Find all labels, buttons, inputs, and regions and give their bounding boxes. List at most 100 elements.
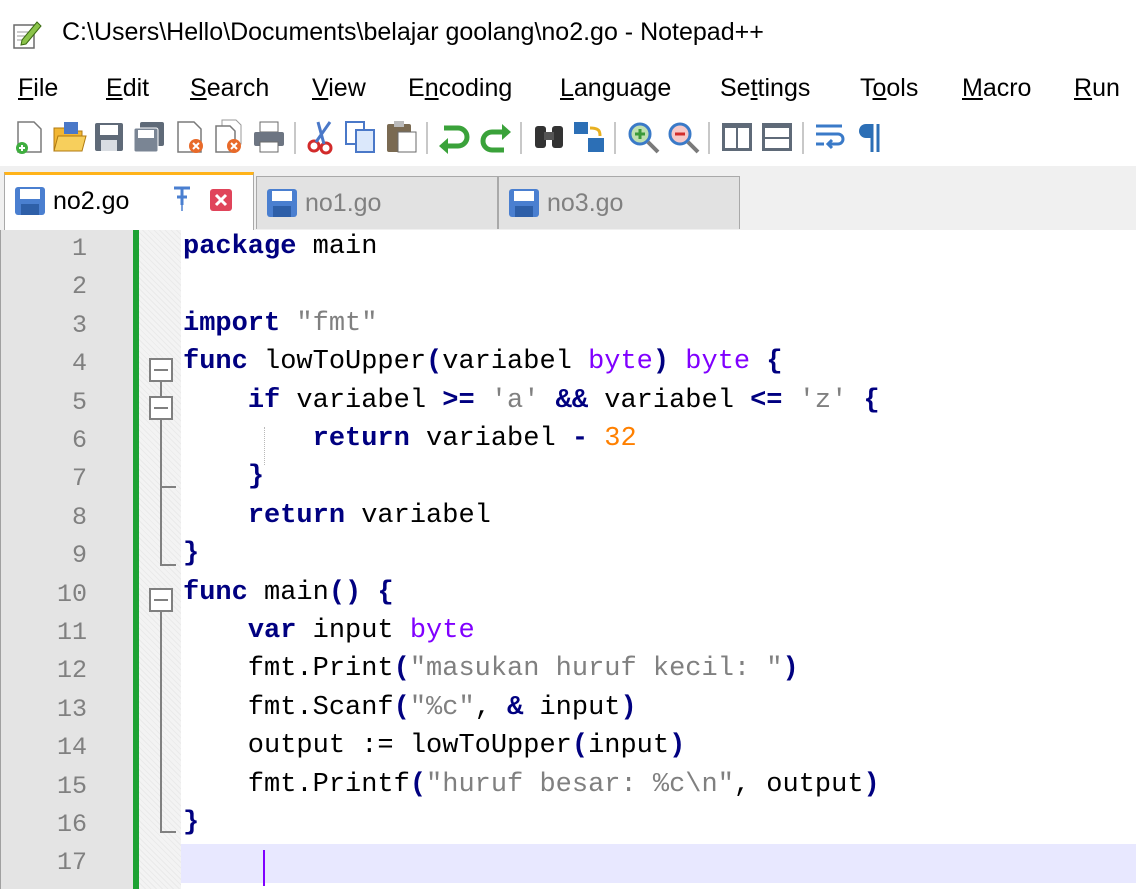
- sync-vertical-icon[interactable]: [718, 118, 756, 156]
- text-cursor: [263, 850, 265, 886]
- code-text: var input byte: [247, 616, 475, 646]
- menu-macro[interactable]: Macro: [962, 74, 1031, 103]
- toolbar-separator: [614, 122, 616, 154]
- line-number: 11: [56, 618, 87, 647]
- line-number: 5: [71, 387, 87, 417]
- line-number: 15: [56, 771, 87, 801]
- code-text: func lowToUpper(variabel byte) byte {: [183, 347, 783, 378]
- pin-icon[interactable]: [171, 185, 193, 213]
- close-icon[interactable]: [170, 118, 208, 156]
- print-icon[interactable]: [250, 118, 288, 156]
- show-all-chars-icon[interactable]: [850, 118, 888, 156]
- code-text: output := lowToUpper(input): [183, 731, 686, 762]
- line-number: 7: [71, 464, 87, 494]
- toolbar-separator: [802, 122, 804, 154]
- code-text: }: [183, 808, 200, 838]
- tab-label: no1.go: [305, 189, 382, 217]
- code-line[interactable]: 16}: [1, 806, 1136, 844]
- menu-language[interactable]: Language: [560, 74, 671, 103]
- find-icon[interactable]: [530, 118, 568, 156]
- notepadpp-app-icon[interactable]: [12, 20, 42, 50]
- indent-guide: [264, 427, 265, 465]
- code-text: package main: [183, 232, 378, 262]
- code-line[interactable]: 6 return variabel - 32: [1, 422, 1136, 460]
- menu-settings[interactable]: Settings: [720, 74, 810, 103]
- sync-horizontal-icon[interactable]: [758, 118, 796, 156]
- menu-view[interactable]: View: [312, 74, 366, 103]
- replace-icon[interactable]: [570, 118, 608, 156]
- code-text: }: [247, 462, 265, 493]
- zoom-in-icon[interactable]: [624, 118, 662, 156]
- fold-line: [160, 420, 162, 565]
- title-bar: C:\Users\Hello\Documents\belajar goolang…: [0, 0, 1136, 66]
- code-line[interactable]: 11 var input byte: [1, 614, 1136, 652]
- code-text: fmt.Scanf("%c", & input): [183, 692, 637, 723]
- menu-edit[interactable]: Edit: [106, 74, 149, 103]
- word-wrap-icon[interactable]: [812, 118, 850, 156]
- code-line[interactable]: 13 fmt.Scanf("%c", & input): [1, 691, 1136, 729]
- fold-line: [160, 612, 162, 832]
- tab-no2-go[interactable]: no2.go: [4, 172, 254, 233]
- code-line[interactable]: 2: [1, 268, 1136, 306]
- redo-icon[interactable]: [476, 118, 514, 156]
- toolbar-separator: [294, 122, 296, 154]
- new-file-icon[interactable]: [10, 118, 48, 156]
- tab-label: no2.go: [53, 187, 130, 215]
- fold-end-marker: [160, 564, 176, 566]
- code-line[interactable]: 15 fmt.Printf("huruf besar: %c\n", outpu…: [1, 768, 1136, 806]
- menu-tools[interactable]: Tools: [860, 74, 918, 103]
- toolbar-separator: [520, 122, 522, 154]
- menu-file[interactable]: File: [18, 74, 58, 103]
- tab-no1-go[interactable]: no1.go: [256, 176, 498, 229]
- toolbar-separator: [426, 122, 428, 154]
- fold-collapse-icon[interactable]: [149, 588, 173, 612]
- code-text: fmt.Print("masukan huruf kecil: "): [183, 654, 799, 685]
- menu-search[interactable]: Search: [190, 74, 269, 103]
- undo-icon[interactable]: [436, 118, 474, 156]
- fold-collapse-icon[interactable]: [149, 358, 173, 382]
- fold-collapse-icon[interactable]: [149, 396, 173, 420]
- close-tab-icon[interactable]: [209, 188, 233, 212]
- code-text: import "fmt": [183, 308, 378, 339]
- line-number: 4: [71, 349, 87, 379]
- code-line[interactable]: 1 package main: [1, 230, 1136, 268]
- code-editor[interactable]: 1 package main 2 3 import "fmt" 4 func lowToUp…: [0, 230, 1136, 889]
- line-number: 9: [71, 541, 87, 571]
- code-text: fmt.Printf("huruf besar: %c\n", output): [183, 769, 880, 800]
- line-number: 8: [71, 502, 87, 532]
- code-line[interactable]: 17: [1, 844, 1136, 883]
- code-text: return variabel: [247, 500, 491, 531]
- save-icon[interactable]: [90, 118, 128, 156]
- save-all-icon[interactable]: [130, 118, 168, 156]
- menu-bar: File Edit Search View Encoding Language …: [0, 66, 1136, 112]
- line-number: 12: [56, 656, 87, 686]
- code-line[interactable]: 8 return variabel: [1, 499, 1136, 537]
- code-text: func main() {: [183, 577, 394, 608]
- line-number: 16: [56, 810, 87, 839]
- line-number: 2: [71, 272, 87, 302]
- line-number: 6: [71, 426, 87, 455]
- code-line[interactable]: 12 fmt.Print("masukan huruf kecil: "): [1, 652, 1136, 690]
- fold-end-marker: [160, 831, 176, 833]
- zoom-out-icon[interactable]: [664, 118, 702, 156]
- tab-no3-go[interactable]: no3.go: [498, 176, 740, 229]
- code-line[interactable]: 3 import "fmt": [1, 307, 1136, 345]
- tab-label: no3.go: [547, 189, 624, 217]
- paste-icon[interactable]: [382, 118, 420, 156]
- toolbar: [0, 112, 1136, 166]
- code-line[interactable]: 14 output := lowToUpper(input): [1, 729, 1136, 767]
- line-number: 14: [56, 733, 87, 763]
- menu-encoding[interactable]: Encoding: [408, 74, 512, 103]
- open-file-icon[interactable]: [50, 118, 88, 156]
- close-all-icon[interactable]: [210, 118, 248, 156]
- menu-run[interactable]: Run: [1074, 74, 1120, 103]
- window-title: C:\Users\Hello\Documents\belajar goolang…: [62, 18, 764, 46]
- code-line[interactable]: 7 }: [1, 460, 1136, 498]
- line-number: 17: [56, 848, 87, 878]
- line-number: 1: [71, 234, 87, 263]
- cut-icon[interactable]: [302, 118, 340, 156]
- line-number: 13: [56, 694, 87, 724]
- code-line[interactable]: 9}: [1, 537, 1136, 575]
- tab-bar: no2.go no1.go no3.go: [0, 166, 1136, 233]
- copy-icon[interactable]: [342, 118, 380, 156]
